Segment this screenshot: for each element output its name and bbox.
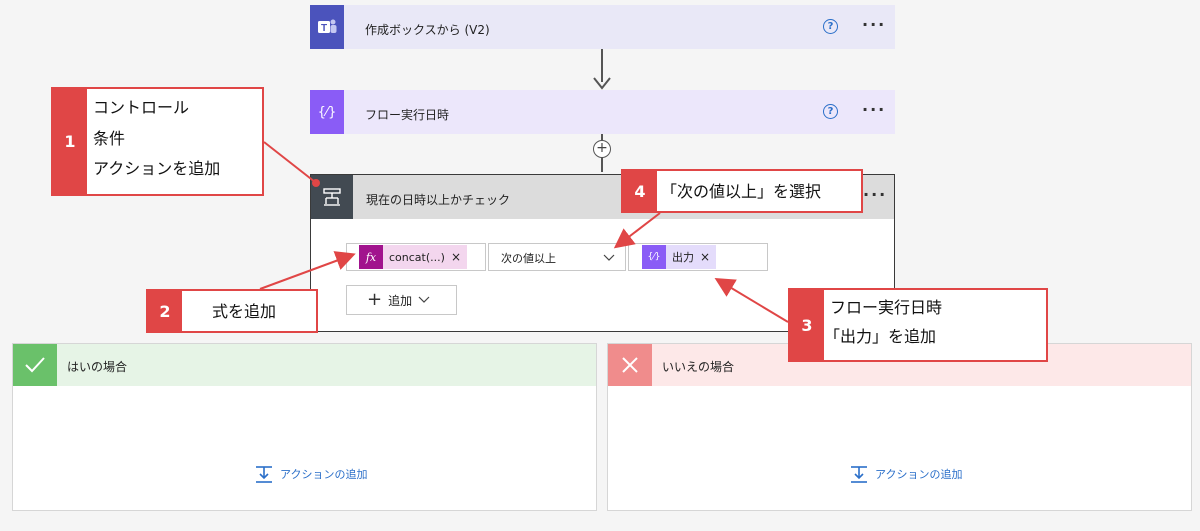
more-options-icon[interactable]: ··· <box>862 15 886 34</box>
check-icon <box>13 344 57 386</box>
yes-branch: はいの場合 アクションの追加 <box>12 343 597 511</box>
fx-icon: fx <box>359 245 383 269</box>
callout-4: 4 「次の値以上」を選択 <box>621 169 863 213</box>
teams-action-card[interactable]: T 作成ボックスから (V2) ? ··· <box>310 5 895 49</box>
remove-token-icon[interactable]: × <box>700 250 716 264</box>
condition-icon <box>311 175 353 219</box>
expression-token[interactable]: fx concat(...) × <box>359 245 467 269</box>
teams-icon: T <box>310 5 344 49</box>
add-button-label: 追加 <box>388 293 413 308</box>
callout-2: 2 式を追加 <box>146 289 318 333</box>
dynamic-content-token[interactable]: {⁄} 出力 × <box>642 245 717 269</box>
callout-number: 3 <box>790 290 824 360</box>
remove-token-icon[interactable]: × <box>451 250 467 264</box>
chevron-down-icon <box>418 296 430 303</box>
chevron-down-icon <box>603 254 615 261</box>
branch-title: いいえの場合 <box>662 360 735 374</box>
callout-line: コントロール <box>93 98 190 117</box>
no-branch: いいえの場合 アクションの追加 <box>607 343 1192 511</box>
token-label: 出力 <box>672 251 694 264</box>
callout-line: 「出力」を追加 <box>824 327 937 346</box>
close-icon <box>608 344 652 386</box>
help-icon[interactable]: ? <box>823 19 838 34</box>
more-options-icon[interactable]: ··· <box>863 185 887 204</box>
add-action-link[interactable]: アクションの追加 <box>254 464 367 484</box>
callout-1-pointer <box>263 141 316 183</box>
callout-3: 3 フロー実行日時 「出力」を追加 <box>788 288 1048 362</box>
callout-number: 4 <box>623 171 657 211</box>
callout-number: 1 <box>53 89 87 194</box>
add-action-label: アクションの追加 <box>280 468 368 481</box>
insert-step-plus-icon[interactable]: + <box>593 140 611 158</box>
help-icon[interactable]: ? <box>823 104 838 119</box>
callout-line: 式を追加 <box>212 302 277 321</box>
plus-icon: + <box>367 289 383 310</box>
add-action-icon <box>851 466 867 483</box>
add-condition-button[interactable]: + 追加 <box>346 285 457 315</box>
token-label: concat(...) <box>389 250 445 264</box>
operator-select[interactable]: 次の値以上 <box>488 243 626 271</box>
add-action-icon <box>256 466 272 483</box>
branch-title: はいの場合 <box>67 360 128 374</box>
more-options-icon[interactable]: ··· <box>862 100 886 119</box>
add-action-link[interactable]: アクションの追加 <box>849 464 962 484</box>
callout-line: フロー実行日時 <box>830 298 943 317</box>
card-title: フロー実行日時 <box>365 108 450 122</box>
add-action-label: アクションの追加 <box>875 468 963 481</box>
card-title: 現在の日時以上かチェック <box>366 193 511 207</box>
connector-line <box>601 49 603 82</box>
svg-text:T: T <box>321 23 327 34</box>
callout-1: 1 コントロール 条件 アクションを追加 <box>51 87 264 196</box>
flow-time-action-card[interactable]: {⁄} フロー実行日時 ? ··· <box>310 90 895 134</box>
callout-line: 条件 <box>93 129 126 148</box>
operator-label: 次の値以上 <box>501 252 556 265</box>
card-title: 作成ボックスから (V2) <box>365 23 490 37</box>
callout-line: 「次の値以上」を選択 <box>661 182 822 201</box>
expression-icon: {⁄} <box>310 90 344 134</box>
callout-line: アクションを追加 <box>93 159 221 178</box>
expression-icon: {⁄} <box>642 245 666 269</box>
callout-number: 2 <box>148 291 182 331</box>
